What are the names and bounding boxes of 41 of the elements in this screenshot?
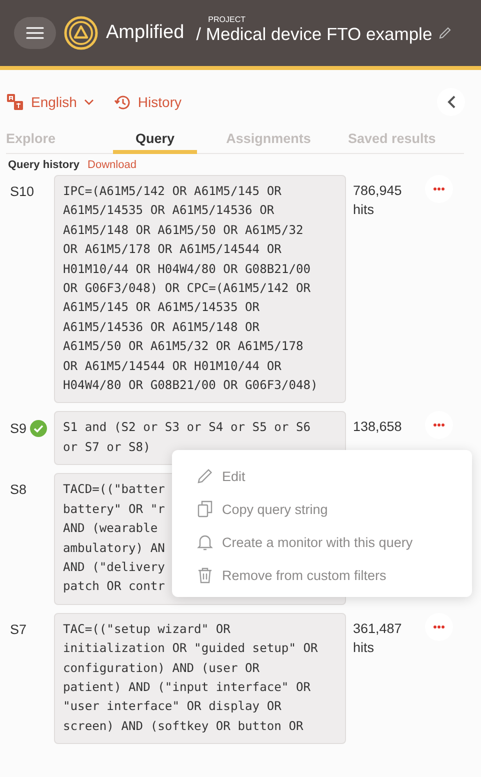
history-icon [114,94,131,110]
history-button[interactable]: History [114,94,182,110]
query-id: S8 [10,482,27,498]
bell-icon [196,533,214,552]
translate-icon [6,93,24,111]
more-button[interactable] [425,175,453,203]
tab[interactable]: Query [113,127,197,154]
collapse-button[interactable] [437,88,465,116]
query-id: S7 [10,622,27,637]
section-title: Query history [8,159,80,171]
query-text: IPC=(A61M5/142 OR A61M5/145 OR A61M5/14535 OR A61M5/14536 OR A61M5/148 OR A61M5/50 OR A61M5/32 OR A61M5/178 OR A61M5/14544 OR H01M10/44 OR H04W4/80 OR G08B21/00 OR G06F3/048) OR CPC=(A61M5/142 OR A61M5/145 OR A61M5/14535 OR A61M5/14536 OR A61M5/148 OR A61M5/50 OR A61M5/32 OR A61M5/178 OR A61M5/14544 OR H01M10/44 OR H04W4/80 OR G08B21/00 OR G06F3/048) [54,175,346,404]
hits-label: hits [353,202,376,217]
trash-icon [196,566,214,584]
language-selector[interactable]: English [6,93,94,111]
more-icon [433,187,445,191]
hit-count: 361,487 [353,620,403,636]
query-text: TAC=(("setup wizard" OR initialization OR "guided setup" OR configuration) AND (user OR patient) AND ("input interface" OR "user interface" OR display OR screen) AND (softkey OR button OR [54,612,346,744]
hit-count: 138,658 [353,419,403,434]
menu-button[interactable] [14,17,56,49]
more-icon [433,624,445,629]
hit-count: 786,945 [353,183,403,198]
tab[interactable]: Assignments [211,127,326,154]
query-id: S10 [10,184,34,199]
pencil-icon [196,467,214,486]
download-link[interactable]: Download [88,159,136,171]
app-name: Amplified [106,22,184,44]
logo-icon [64,16,98,50]
tab[interactable]: Saved results [348,127,436,154]
chevron-down-icon [84,99,94,105]
project-label: PROJECT [208,15,246,24]
menu-icon [26,26,44,40]
chevron-left-icon [446,95,456,109]
more-icon [433,423,445,428]
hits-label: hits [353,640,376,655]
copy-icon [196,500,214,518]
project-title: / Medical device FTO example [196,24,432,45]
query-id: S9 [10,421,27,436]
tab[interactable]: Explore [6,127,113,154]
more-button[interactable] [425,612,453,641]
more-button[interactable] [425,411,453,440]
pencil-icon[interactable] [438,26,452,40]
